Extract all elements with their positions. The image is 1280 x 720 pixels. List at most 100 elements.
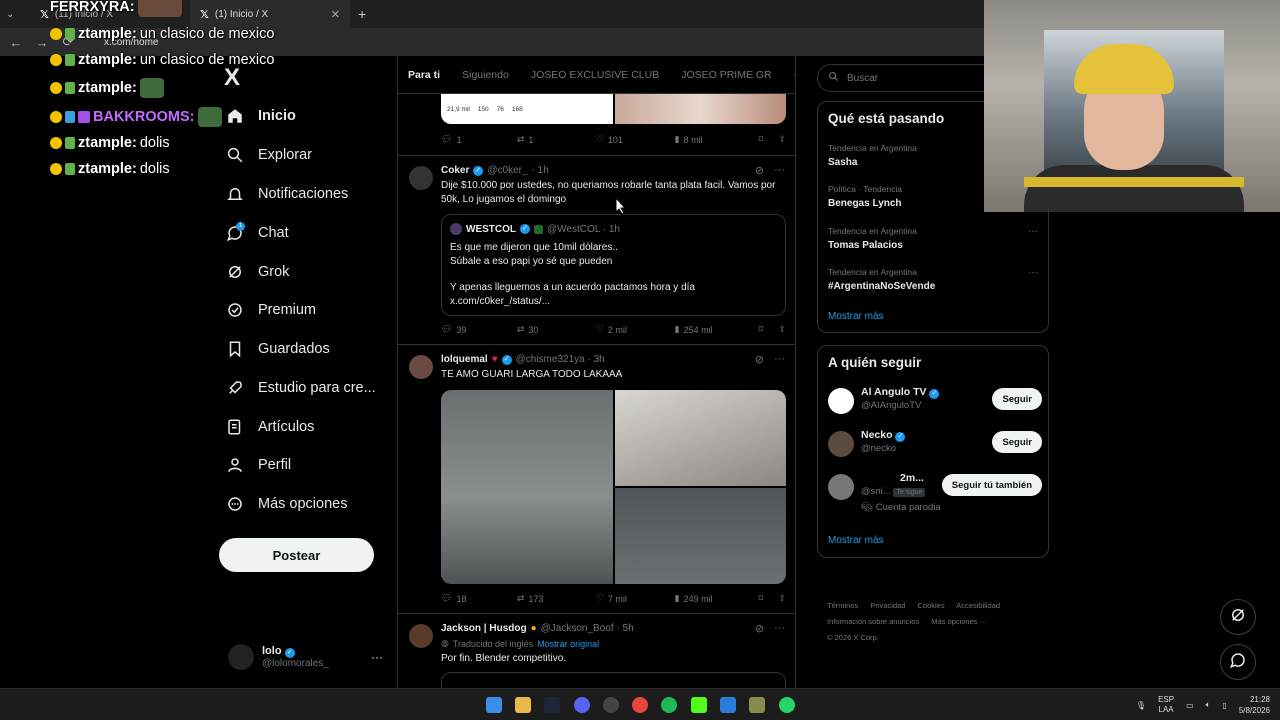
sidebar-item-perfil[interactable]: Perfil <box>226 453 291 477</box>
like-button[interactable]: ♡ 101 <box>596 134 675 145</box>
author-name[interactable]: Coker <box>441 165 469 176</box>
footer-link[interactable]: Privacidad <box>870 601 905 610</box>
tab-joseo-prime[interactable]: JOSEO PRIME GR <box>681 69 771 81</box>
share-icon[interactable]: ⇪ <box>778 593 786 604</box>
language-indicator[interactable]: ESP LAA <box>1158 695 1174 715</box>
windows-start-icon[interactable] <box>486 697 502 713</box>
like-button[interactable]: ♡ 2 mil <box>596 324 675 335</box>
more-icon[interactable]: ··· <box>1028 226 1038 237</box>
network-icon[interactable]: ▭ <box>1186 701 1194 710</box>
retweet-button[interactable]: ⇄ 30 <box>517 324 596 335</box>
trend-item[interactable]: Tendencia en Argentina #ArgentinaNoSeVend… <box>828 267 1042 292</box>
show-original-link[interactable]: Mostrar original <box>537 639 599 649</box>
more-icon[interactable]: ··· <box>774 353 785 366</box>
tweet-media[interactable]: 21,9 mil 150 76 168 <box>441 94 786 124</box>
views-button[interactable]: ▮ 249 mil <box>675 593 759 604</box>
obs-icon[interactable] <box>603 697 619 713</box>
new-tab-button[interactable]: + <box>350 6 374 22</box>
share-icon[interactable]: ⇪ <box>778 134 786 145</box>
sidebar-item-explorar[interactable]: Explorar <box>226 143 312 167</box>
trend-item[interactable]: Tendencia en Argentina Tomas Palacios ··· <box>828 226 1042 251</box>
tab-joseo-exclusive[interactable]: JOSEO EXCLUSIVE CLUB <box>531 69 659 81</box>
retweet-button[interactable]: ⇄ 1 <box>517 134 596 145</box>
tweet[interactable]: lolquemal ♥ ✓ @chisme321ya · 3h ⊘ ··· TE … <box>398 345 795 614</box>
x-logo-icon[interactable]: X <box>224 64 240 92</box>
search-input[interactable]: Buscar <box>817 64 1007 92</box>
sidebar-item-inicio[interactable]: Inicio <box>226 104 296 128</box>
tweet[interactable]: Jackson | Husdog ● @Jackson_Boof · 5h ⊘ ·… <box>398 614 795 688</box>
chrome-icon[interactable] <box>632 697 648 713</box>
follow-suggestion[interactable]: Necko ✓ @necko Seguir <box>828 429 1042 463</box>
author-handle[interactable]: @Jackson_Boof · 5h <box>541 623 634 634</box>
account-switcher[interactable]: lolo ✓ @lolomorales_ <box>228 644 329 670</box>
footer-link[interactable]: Información sobre anuncios <box>827 617 919 626</box>
grok-icon[interactable]: ⊘ <box>755 353 764 366</box>
tab-para-ti[interactable]: Para ti <box>408 69 440 81</box>
post-button[interactable]: Postear <box>219 538 374 572</box>
sidebar-item-chat[interactable]: 1 Chat <box>226 221 289 245</box>
media-image[interactable] <box>615 390 786 486</box>
reply-button[interactable]: 💬︎ 1 <box>441 134 517 145</box>
sidebar-item-notificaciones[interactable]: Notificaciones <box>226 182 348 206</box>
whatsapp-icon[interactable] <box>779 697 795 713</box>
sidebar-item-mas-opciones[interactable]: Más opciones <box>226 492 347 516</box>
sidebar-item-grok[interactable]: Grok <box>226 260 289 284</box>
more-icon[interactable]: ··· <box>774 164 785 177</box>
follow-suggestion[interactable]: 2m... @sni... Te sigue 🎭︎ Cuenta parodia… <box>828 472 1042 518</box>
tweet-time[interactable]: · 1h <box>532 165 549 176</box>
close-icon[interactable]: ✕ <box>331 8 340 21</box>
bookmark-icon[interactable]: ⌑ <box>758 593 778 604</box>
sidebar-item-premium[interactable]: Premium <box>226 298 316 322</box>
discord-icon[interactable] <box>574 697 590 713</box>
author-name[interactable]: Jackson | Husdog <box>441 623 527 634</box>
grok-fab-button[interactable] <box>1220 599 1256 635</box>
app-icon[interactable] <box>720 697 736 713</box>
avatar[interactable] <box>409 624 433 648</box>
tweet-media-grid[interactable] <box>441 390 786 584</box>
add-tab-button[interactable]: + <box>794 67 795 82</box>
like-button[interactable]: ♡ 7 mil <box>596 593 675 604</box>
avatar[interactable] <box>828 388 854 414</box>
profile-more-icon[interactable]: ··· <box>371 650 383 664</box>
sidebar-item-articulos[interactable]: Artículos <box>226 415 314 439</box>
avatar[interactable] <box>409 166 433 190</box>
show-more-link[interactable]: Mostrar más <box>828 311 884 322</box>
forward-icon[interactable]: → <box>34 35 50 50</box>
volume-icon[interactable]: 🔈︎ <box>1206 700 1211 710</box>
messages-fab-button[interactable] <box>1220 644 1256 680</box>
browser-tab[interactable]: ⌄ <box>0 0 30 28</box>
author-name[interactable]: lolquemal <box>441 354 488 365</box>
reply-button[interactable]: 💬︎ 39 <box>441 324 517 335</box>
sidebar-item-guardados[interactable]: Guardados <box>226 337 330 361</box>
follow-button[interactable]: Seguir <box>992 388 1042 410</box>
more-icon[interactable]: ··· <box>774 622 785 635</box>
avatar[interactable] <box>828 431 854 457</box>
views-button[interactable]: ▮ 254 mil <box>675 324 759 335</box>
quoted-tweet[interactable]: WESTCOL ✓ @WestCOL · 1h Es que me dijero… <box>441 214 786 316</box>
back-icon[interactable]: ← <box>8 35 24 50</box>
follow-suggestion[interactable]: Al Angulo TV ✓ @AIAnguloTV Seguir <box>828 386 1042 420</box>
tweet[interactable]: Coker ✓ @c0ker_ · 1h ⊘ ··· Dije $10.000 p… <box>398 156 795 345</box>
show-more-link[interactable]: Mostrar más <box>828 535 884 546</box>
media-image[interactable] <box>441 390 613 584</box>
tweet[interactable]: 21,9 mil 150 76 168 💬︎ 1 ⇄ 1 ♡ 101 ▮ 8 mil ⌑… <box>398 94 795 156</box>
bookmark-icon[interactable]: ⌑ <box>758 324 778 335</box>
media-image[interactable] <box>615 488 786 584</box>
browser-tab-2[interactable]: 𝕏 (1) Inicio / X ✕ <box>190 0 350 28</box>
file-explorer-icon[interactable] <box>515 697 531 713</box>
spotify-icon[interactable] <box>661 697 677 713</box>
share-icon[interactable]: ⇪ <box>778 324 786 335</box>
app-icon[interactable] <box>749 697 765 713</box>
bookmark-icon[interactable]: ⌑ <box>758 134 778 145</box>
footer-link[interactable]: Más opciones ··· <box>931 617 987 626</box>
reply-button[interactable]: 💬︎ 18 <box>441 593 517 604</box>
microphone-icon[interactable]: 🎙︎ <box>1136 701 1146 710</box>
clock[interactable]: 21:28 5/8/2026 <box>1239 694 1270 716</box>
avatar[interactable] <box>409 355 433 379</box>
grok-icon[interactable]: ⊘ <box>755 622 764 635</box>
chevron-down-icon[interactable]: ⌄ <box>6 9 14 20</box>
timeline[interactable]: Para ti Siguiendo JOSEO EXCLUSIVE CLUB J… <box>397 56 796 688</box>
grok-icon[interactable]: ⊘ <box>755 164 764 177</box>
retweet-button[interactable]: ⇄ 173 <box>517 593 596 604</box>
more-icon[interactable]: ··· <box>1028 267 1038 278</box>
